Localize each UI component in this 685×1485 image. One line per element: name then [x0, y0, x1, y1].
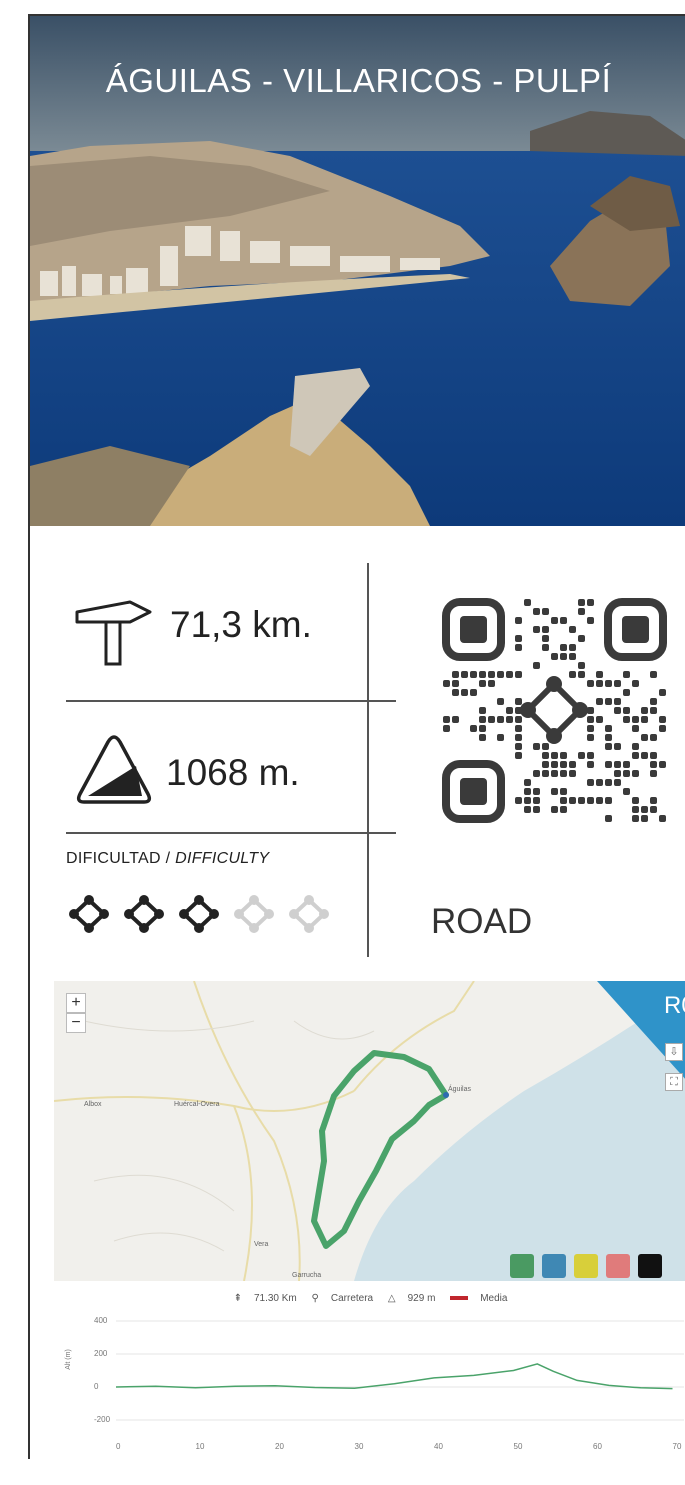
fullscreen-icon[interactable]: ⛶ — [665, 1073, 683, 1091]
profile-elevation: 929 m — [407, 1293, 436, 1304]
difficulty-icon-empty — [234, 895, 274, 933]
y-tick-label: -200 — [94, 1415, 111, 1424]
difficulty-icon-filled — [124, 895, 164, 933]
x-tick-label: 30 — [354, 1442, 364, 1451]
route-stats: 71,3 km. 1068 m. DIFICULTAD / DIFFICULTY… — [30, 526, 685, 966]
route-card: ÁGUILAS - VILLARICOS - PULPÍ 71,3 km. 10… — [28, 14, 685, 1459]
profile-y-axis-label: Alt (m) — [64, 1349, 72, 1370]
x-tick-label: 10 — [195, 1442, 205, 1451]
x-tick-label: 40 — [434, 1442, 443, 1451]
qr-code[interactable] — [442, 598, 667, 823]
zoom-in-button[interactable]: + — [66, 993, 86, 1013]
difficulty-icon-filled — [69, 895, 109, 933]
map-canvas: Albox Huércal-Overa Águilas Vera Garruch… — [54, 981, 685, 1459]
x-tick-label: 20 — [275, 1442, 284, 1451]
bike-icon: ⚲ — [311, 1293, 319, 1304]
difficulty-rating — [66, 894, 332, 934]
profile-type: Carretera — [330, 1293, 374, 1304]
svg-text:Albox: Albox — [84, 1101, 102, 1108]
x-tick-label: 0 — [116, 1442, 121, 1451]
difficulty-swatch — [450, 1296, 469, 1301]
profile-summary: ⇞ 71.30 Km ⚲ Carretera △ 929 m Media — [54, 1293, 685, 1304]
zoom-out-button[interactable]: − — [66, 1013, 86, 1033]
route-type: ROAD — [431, 902, 533, 941]
elevation-icon — [76, 735, 152, 804]
profile-distance: 71.30 Km — [253, 1293, 297, 1304]
download-icon[interactable]: ⇩ — [665, 1043, 683, 1061]
y-tick-label: 400 — [94, 1316, 108, 1325]
distance-icon: ⇞ — [233, 1293, 242, 1304]
mountain-icon: △ — [387, 1293, 396, 1304]
x-tick-label: 70 — [672, 1442, 682, 1451]
svg-text:Vera: Vera — [254, 1241, 269, 1248]
difficulty-icon-empty — [289, 895, 329, 933]
svg-text:Huércal-Overa: Huércal-Overa — [174, 1101, 220, 1108]
legend-swatch[interactable] — [510, 1254, 534, 1278]
x-tick-label: 50 — [513, 1442, 523, 1451]
svg-text:Garrucha: Garrucha — [292, 1272, 321, 1279]
y-tick-label: 200 — [94, 1349, 108, 1358]
route-map[interactable]: Albox Huércal-Overa Águilas Vera Garruch… — [54, 981, 685, 1459]
elevation-value: 1068 m. — [166, 752, 300, 793]
x-tick-label: 60 — [593, 1442, 602, 1451]
signpost-icon — [75, 600, 152, 666]
hero-photo: ÁGUILAS - VILLARICOS - PULPÍ — [30, 16, 685, 526]
legend-swatch[interactable] — [606, 1254, 630, 1278]
svg-text:Águilas: Águilas — [448, 1084, 471, 1093]
divider — [66, 700, 396, 702]
divider — [66, 832, 396, 834]
legend-swatch[interactable] — [542, 1254, 566, 1278]
legend-swatch[interactable] — [574, 1254, 598, 1278]
y-tick-label: 0 — [94, 1382, 99, 1391]
legend-swatch[interactable] — [638, 1254, 662, 1278]
route-code: R02 — [664, 992, 685, 1019]
route-title: ÁGUILAS - VILLARICOS - PULPÍ — [105, 62, 612, 99]
difficulty-icon-filled — [179, 895, 219, 933]
vertical-divider — [367, 563, 369, 957]
difficulty-label: DIFICULTAD / DIFFICULTY — [66, 850, 270, 867]
profile-difficulty: Media — [480, 1293, 508, 1304]
distance-value: 71,3 km. — [170, 604, 312, 645]
